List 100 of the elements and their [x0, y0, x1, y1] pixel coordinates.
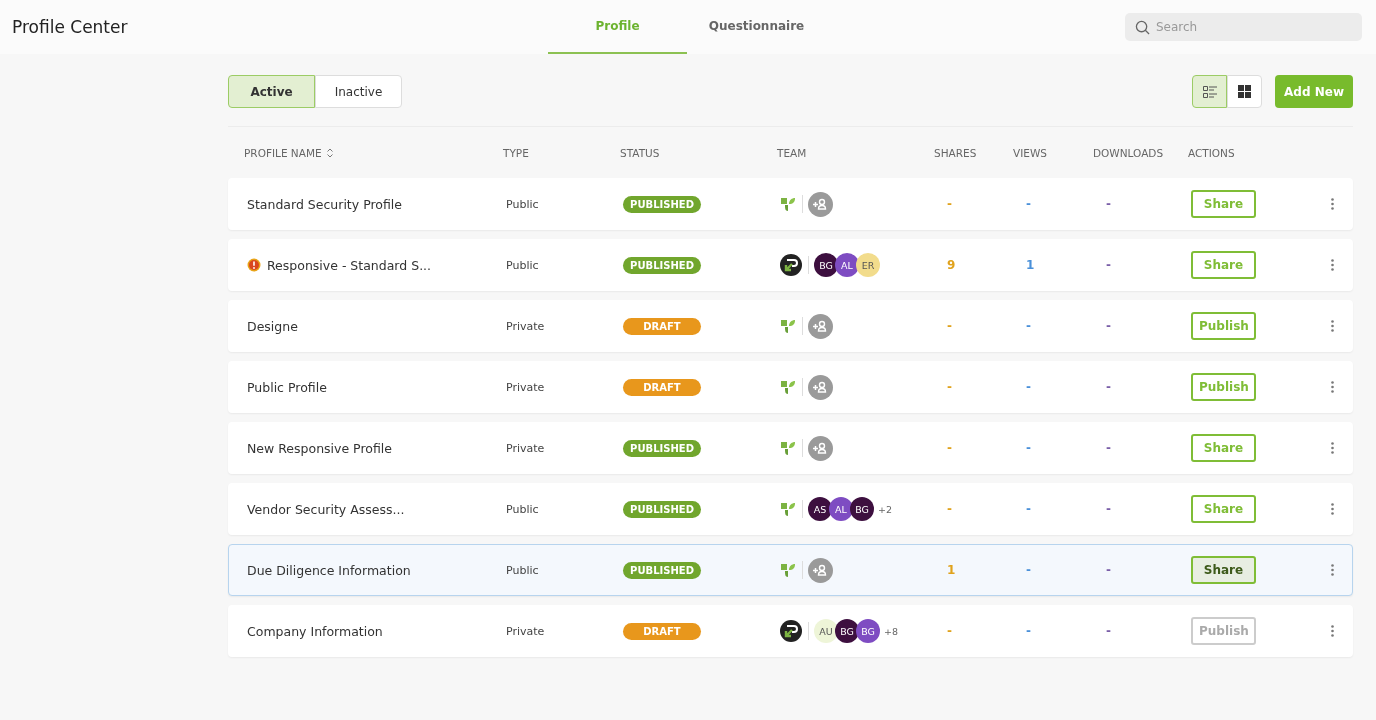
arrow-badge-icon [780, 620, 802, 642]
profile-type: Private [506, 624, 546, 638]
nav-tab[interactable]: Questionnaire [687, 0, 826, 54]
profile-name: Designe [247, 318, 298, 334]
views-count: - [1025, 563, 1032, 577]
column-header: DOWNLOADS [1093, 146, 1165, 159]
views-count: - [1025, 502, 1032, 516]
downloads-count: - [1105, 197, 1112, 211]
column-header: TYPE [503, 146, 530, 159]
shares-count: - [946, 319, 953, 333]
views-count: - [1025, 197, 1032, 211]
profile-type: Public [506, 197, 540, 211]
search-icon [1135, 20, 1150, 35]
filter-tab[interactable]: Inactive [315, 75, 402, 108]
filter-tab[interactable]: Active [228, 75, 315, 108]
shares-count: - [946, 197, 953, 211]
profile-row[interactable]: Due Diligence Information Public PUBLISHED 1 - - Share [228, 544, 1353, 596]
more-options-button[interactable] [1328, 623, 1336, 639]
profile-type: Public [506, 563, 540, 577]
downloads-count: - [1105, 624, 1112, 638]
status-badge: DRAFT [623, 378, 701, 396]
shares-count: - [946, 380, 953, 394]
status-badge: PUBLISHED [623, 195, 701, 213]
more-members-count: +8 [884, 625, 898, 637]
status-badge: DRAFT [623, 622, 701, 640]
column-header: SHARES [934, 146, 978, 159]
status-badge: PUBLISHED [623, 500, 701, 518]
search-field[interactable]: Search [1125, 13, 1362, 41]
more-options-button[interactable] [1328, 196, 1336, 212]
profile-row[interactable]: New Responsive Profile Private PUBLISHED - - - Share [228, 422, 1353, 474]
profile-row[interactable]: Vendor Security Assess... Public PUBLISHED AS AL BG +2 - - - Share [228, 483, 1353, 535]
leaf-logo-icon [780, 196, 796, 212]
leaf-logo-icon [780, 501, 796, 517]
column-header: PROFILE NAME [244, 146, 322, 159]
kebab-icon [1330, 198, 1334, 210]
shares-count: 9 [946, 258, 957, 272]
status-badge: DRAFT [623, 317, 701, 335]
more-options-button[interactable] [1328, 562, 1336, 578]
add-member-icon[interactable] [808, 191, 833, 217]
downloads-count: - [1105, 319, 1112, 333]
profile-name: Standard Security Profile [247, 196, 402, 212]
more-options-button[interactable] [1328, 501, 1336, 517]
profile-name: Public Profile [247, 379, 327, 395]
more-options-button[interactable] [1328, 440, 1336, 456]
kebab-icon [1330, 442, 1334, 454]
kebab-icon [1330, 625, 1334, 637]
status-badge: PUBLISHED [623, 561, 701, 579]
profile-type: Public [506, 502, 540, 516]
kebab-icon [1330, 381, 1334, 393]
column-header: STATUS [620, 146, 661, 159]
profile-name: New Responsive Profile [247, 440, 392, 456]
member-avatar: AS [808, 497, 832, 521]
shares-count: - [946, 441, 953, 455]
profile-type: Private [506, 380, 546, 394]
add-member-icon[interactable] [808, 557, 833, 583]
arrow-badge-icon [780, 254, 802, 276]
grid-icon [1238, 85, 1252, 98]
profile-row[interactable]: Responsive - Standard S... Public PUBLISHED BG AL ER 9 1 - Share [228, 239, 1353, 291]
member-avatar: AU [814, 619, 838, 643]
more-options-button[interactable] [1328, 318, 1336, 334]
kebab-icon [1330, 503, 1334, 515]
column-header: TEAM [777, 146, 808, 159]
list-view-button[interactable] [1192, 75, 1228, 108]
add-member-icon[interactable] [808, 435, 833, 461]
profile-row[interactable]: Standard Security Profile Public PUBLISHED - - - Share [228, 178, 1353, 230]
status-badge: PUBLISHED [623, 439, 701, 457]
downloads-count: - [1105, 563, 1112, 577]
shares-count: - [946, 502, 953, 516]
leaf-logo-icon [780, 379, 796, 395]
shares-count: 1 [946, 563, 957, 577]
profile-name: Company Information [247, 623, 383, 639]
kebab-icon [1330, 320, 1334, 332]
member-avatar: BG [856, 619, 880, 643]
downloads-count: - [1105, 502, 1112, 516]
member-avatar: AL [829, 497, 853, 521]
downloads-count: - [1105, 380, 1112, 394]
profile-type: Private [506, 319, 546, 333]
more-members-count: +2 [878, 503, 892, 515]
leaf-logo-icon [780, 562, 796, 578]
views-count: - [1025, 380, 1032, 394]
more-options-button[interactable] [1328, 379, 1336, 395]
shares-count: - [946, 624, 953, 638]
action-button[interactable]: Share [1191, 556, 1256, 584]
column-header: ACTIONS [1188, 146, 1236, 159]
member-avatar: AL [835, 253, 859, 277]
views-count: - [1025, 441, 1032, 455]
sort-icon[interactable] [326, 147, 333, 158]
kebab-icon [1330, 259, 1334, 271]
kebab-icon [1330, 564, 1334, 576]
profile-type: Public [506, 258, 540, 272]
views-count: - [1025, 319, 1032, 333]
column-header: VIEWS [1013, 146, 1048, 159]
add-member-icon[interactable] [808, 313, 833, 339]
grid-view-button[interactable] [1227, 75, 1263, 108]
add-member-icon[interactable] [808, 374, 833, 400]
list-icon [1202, 85, 1217, 98]
profile-row[interactable]: Public Profile Private DRAFT - - - Publish [228, 361, 1353, 413]
profile-name: Responsive - Standard S... [267, 257, 432, 273]
more-options-button[interactable] [1328, 257, 1336, 273]
profile-row[interactable]: Designe Private DRAFT - - - Publish [228, 300, 1353, 352]
